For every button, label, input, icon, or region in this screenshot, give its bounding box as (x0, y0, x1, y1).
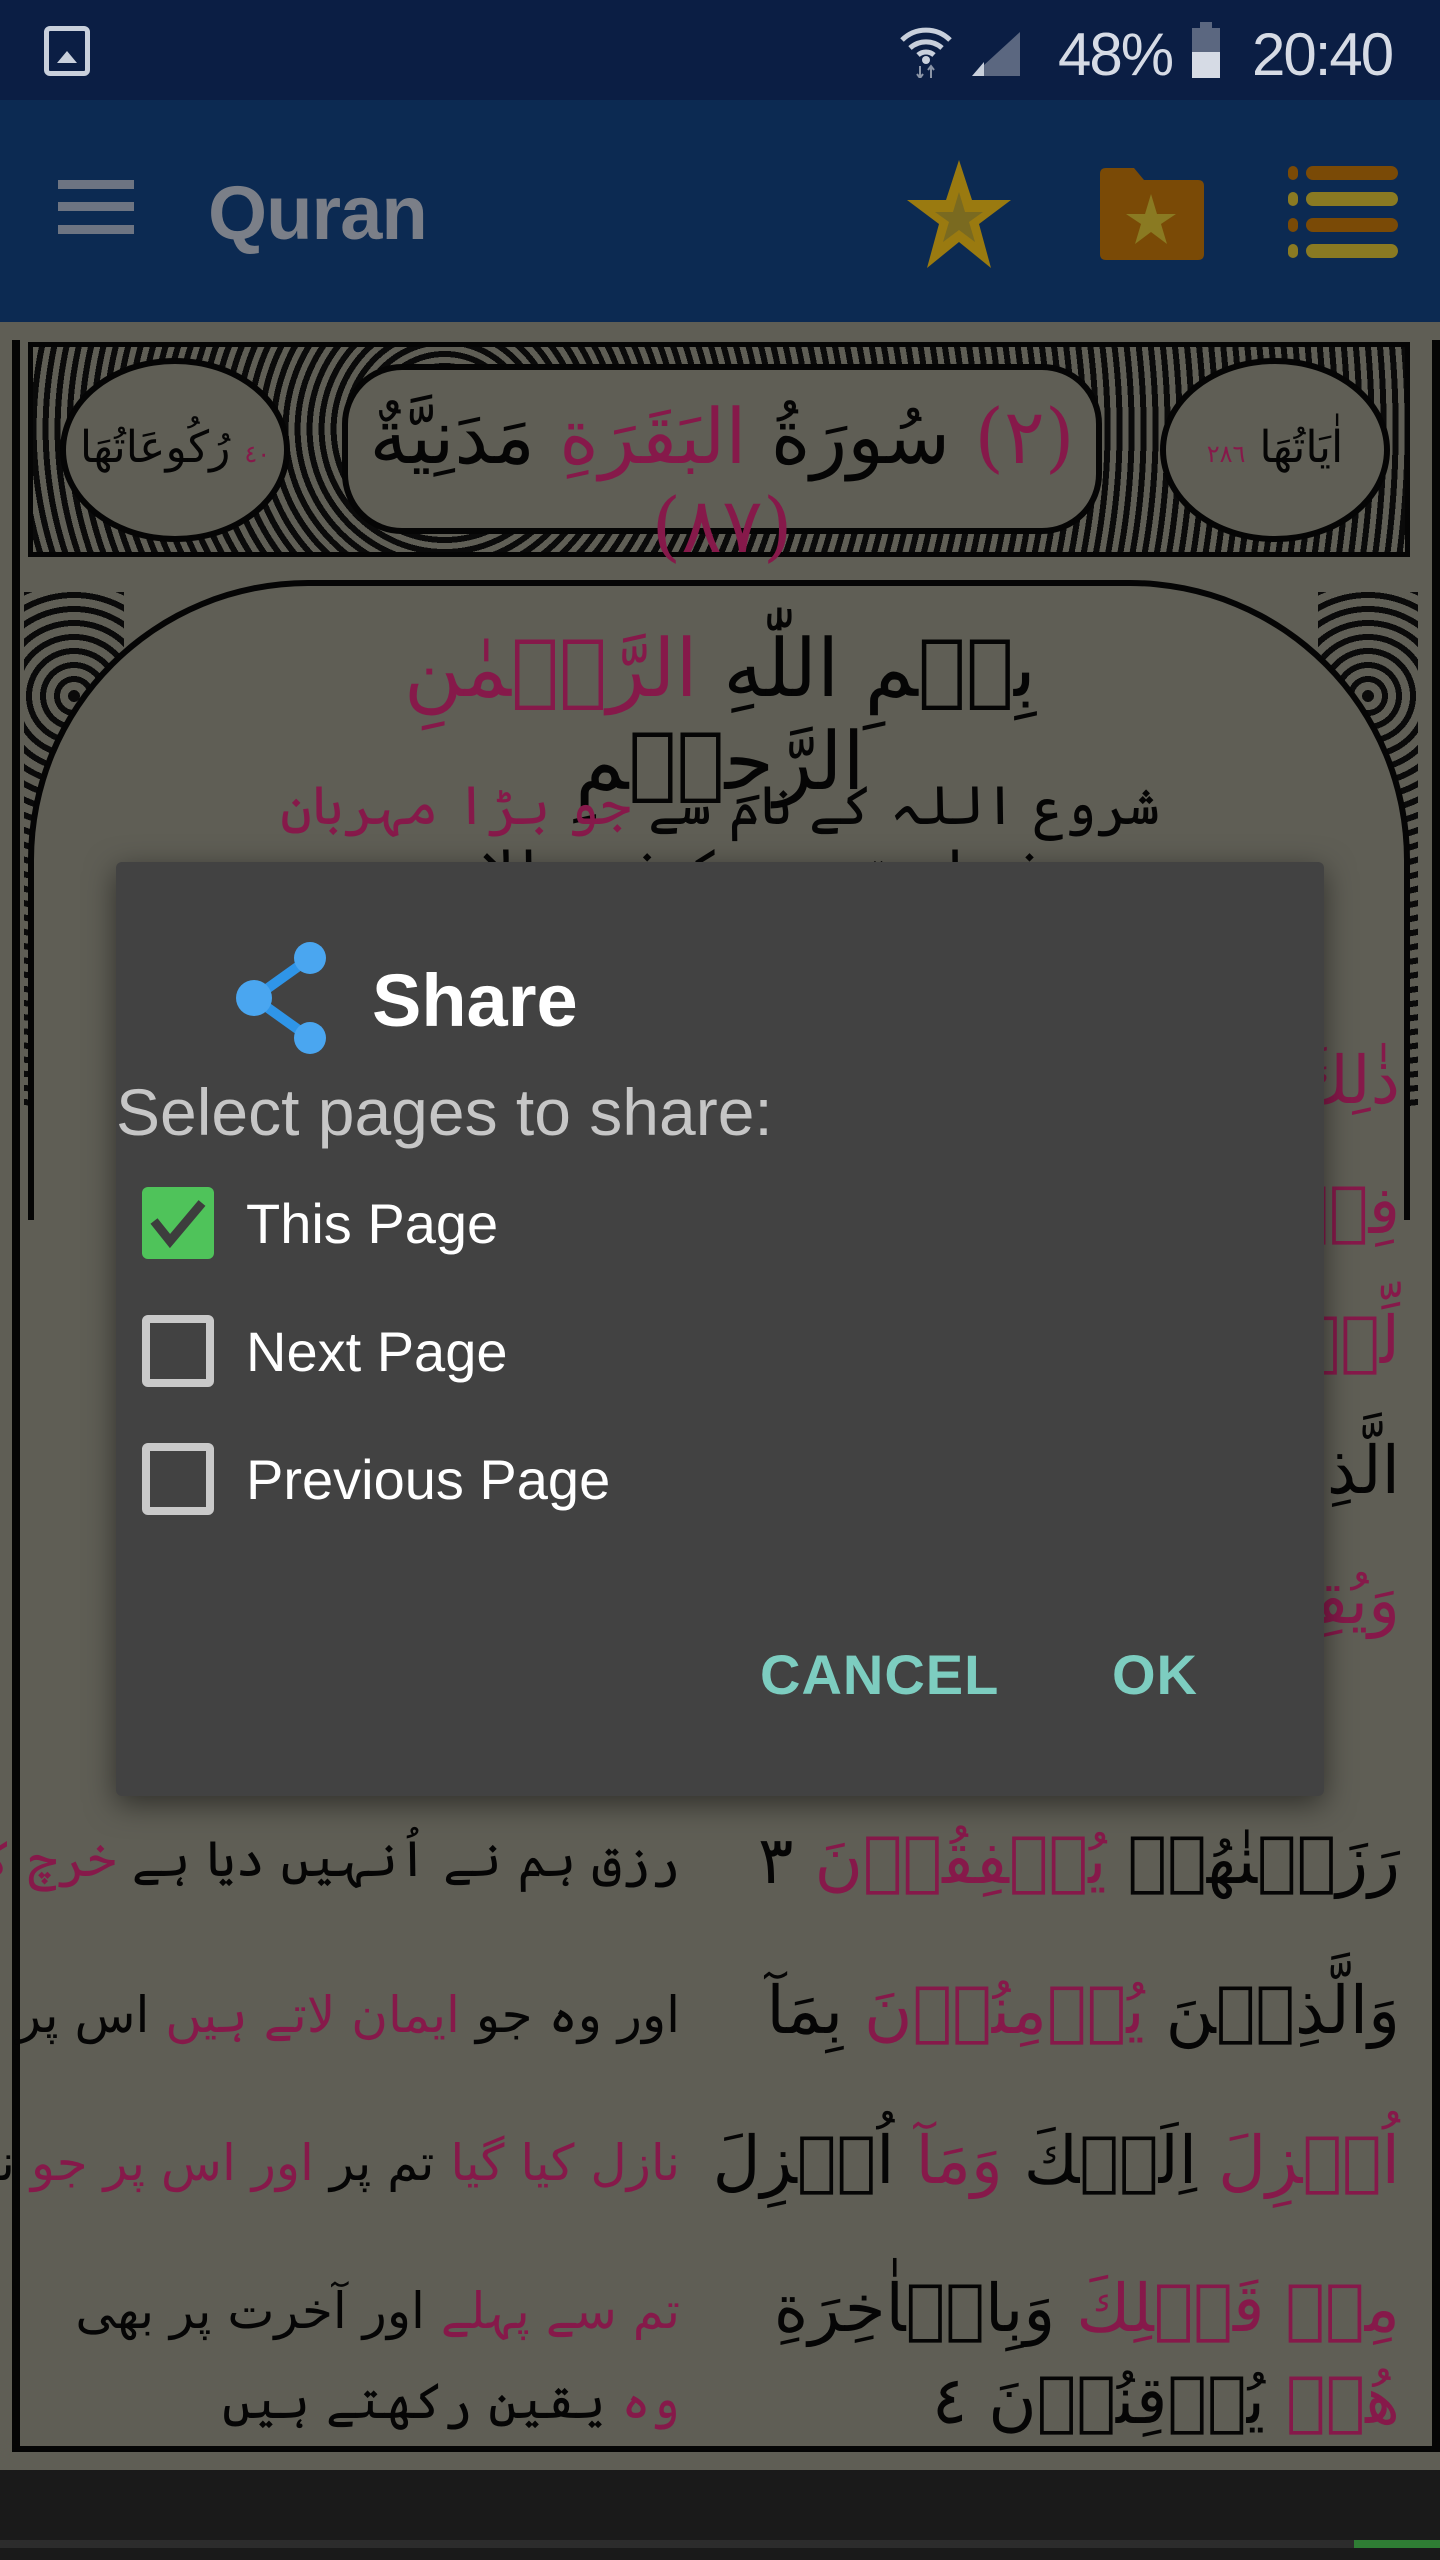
translation-word: رزق ہم نے اُنہیں دیا ہے (131, 1830, 680, 1888)
option-next-page[interactable]: Next Page (142, 1306, 508, 1396)
gallery-notification-icon (44, 26, 90, 76)
translation-part: شروع اللہ کے نام سے (648, 774, 1160, 837)
translation-word: ایمان لاتے ہیں (165, 1986, 460, 2044)
translation-word: یقین رکھتے ہیں (222, 2372, 606, 2430)
check-icon (150, 1200, 206, 1249)
ayah-marker: ٤ (931, 2362, 968, 2439)
list-icon[interactable] (1288, 162, 1400, 262)
ayat-info: اٰيَاتُهَا ٢٨٦ (1160, 422, 1390, 473)
translation-word: نازل کیا گیا (0, 2134, 15, 2192)
verse-word: رَزَقۡنٰهُمۡ (1127, 1822, 1400, 1899)
ruku-info: ٤٠ رُكُوعَاتُهَا (60, 422, 290, 473)
option-previous-page[interactable]: Previous Page (142, 1434, 610, 1524)
dialog-message: Select pages to share: (116, 1075, 773, 1149)
translation-word: نازل کیا گیا (450, 2134, 680, 2192)
verse-word: وَبِالۡاٰخِرَةِ (773, 2270, 1056, 2347)
ruku-count: ٤٠ (244, 440, 271, 468)
page-bottom-border (12, 2446, 1432, 2452)
battery-icon (1192, 22, 1220, 78)
translation-word: تم سے پہلے (440, 2282, 680, 2340)
translation-line: اور وہ جو ایمان لاتے ہیں اس پر جو (0, 1986, 680, 2044)
translation-word: خرچ کرتے ہیں (0, 1830, 116, 1888)
verse-word: بِمَآ (766, 1972, 844, 2049)
ayah-marker: ٣ (758, 1822, 794, 1899)
option-this-page[interactable]: This Page (142, 1178, 498, 1268)
option-label: This Page (246, 1191, 499, 1255)
verse-word: وَالَّذِيۡنَ (1165, 1972, 1400, 2049)
translation-word: اور وہ جو (475, 1986, 680, 2044)
dialog-title: Share (372, 959, 578, 1042)
battery-percent: 48% (1058, 21, 1174, 88)
verse-line: وَالَّذِيۡنَ يُؤۡمِنُوۡنَ بِمَآ (740, 1972, 1400, 2049)
translation-part: جو بڑا مہربان (280, 774, 631, 837)
ayat-count: ٢٨٦ (1206, 440, 1246, 468)
menu-icon[interactable] (58, 180, 134, 234)
verse-word: اُنۡزِلَ (1218, 2122, 1400, 2199)
checkbox-this-page[interactable] (142, 1187, 214, 1259)
translation-word: اس پر جو (0, 1986, 150, 2044)
option-label: Next Page (246, 1319, 508, 1383)
checkbox-next-page[interactable] (142, 1315, 214, 1387)
surah-type: مَدَنِيَّةٌ (369, 392, 535, 481)
surah-title: (٢) سُورَةُ البَقَرَةِ مَدَنِيَّةٌ (٨٧) (342, 392, 1102, 570)
verse-line: مِنۡ قَبۡلِكَ وَبِالۡاٰخِرَةِ (740, 2270, 1400, 2347)
verse-word: وَمَآ (915, 2122, 1003, 2199)
verse-word: اِلَيۡكَ (1023, 2122, 1198, 2199)
verse-line: اُنۡزِلَ اِلَيۡكَ وَمَآ اُنۡزِلَ (713, 2122, 1400, 2199)
translation-word: تم پر (329, 2134, 435, 2192)
ok-button[interactable]: OK (1112, 1642, 1198, 1707)
revelation-order: (٨٧) (651, 481, 793, 570)
translation-line: وہ یقین رکھتے ہیں (40, 2372, 680, 2430)
bismillah-part: بِسۡمِ اللّٰهِ (723, 622, 1037, 715)
verse-line: هُمۡ يُوۡقِنُوۡنَ ٤ (740, 2362, 1400, 2439)
checkbox-previous-page[interactable] (142, 1443, 214, 1515)
translation-word: وہ (621, 2372, 680, 2430)
translation-line: نازل کیا گیا تم پر اور اس پر جو نازل کیا… (0, 2134, 680, 2192)
verse-word: هُمۡ (1285, 2362, 1400, 2439)
signal-icon (972, 32, 1020, 76)
reading-progress-bar[interactable] (0, 2540, 1440, 2548)
share-dialog: Share Select pages to share: This Page N… (116, 862, 1324, 1796)
translation-word: اور اس پر جو (30, 2134, 314, 2192)
verse-word: يُنۡفِقُوۡنَ (814, 1822, 1107, 1899)
verse-word: مِنۡ قَبۡلِكَ (1076, 2270, 1400, 2347)
wifi-icon (900, 27, 952, 78)
app-title: Quran (208, 171, 428, 256)
translation-line: رزق ہم نے اُنہیں دیا ہے خرچ کرتے ہیں (0, 1830, 680, 1888)
bookmark-star-icon[interactable] (905, 158, 1013, 270)
cancel-button[interactable]: CANCEL (760, 1642, 999, 1707)
verse-word: يُوۡقِنُوۡنَ (988, 2362, 1265, 2439)
verse-word: اُنۡزِلَ (712, 2122, 895, 2199)
bismillah-part: الرَّحۡمٰنِ (403, 622, 698, 715)
ayat-label: اٰيَاتُهَا (1259, 422, 1344, 473)
surah-prefix: سُورَةُ (770, 392, 951, 481)
surah-name: البَقَرَةِ (559, 392, 747, 481)
verse-line: رَزَقۡنٰهُمۡ يُنۡفِقُوۡنَ ٣ (740, 1822, 1400, 1899)
translation-word: اور آخرت پر بھی (75, 2282, 425, 2340)
option-label: Previous Page (246, 1447, 611, 1511)
surah-number: (٢) (974, 392, 1075, 481)
status-bar: 48% 20:40 (0, 0, 1440, 100)
verse-word: يُؤۡمِنُوۡنَ (864, 1972, 1145, 2049)
reading-progress-fill (1353, 2540, 1440, 2548)
translation-line: تم سے پہلے اور آخرت پر بھی (40, 2282, 680, 2340)
bookmark-folder-icon[interactable] (1096, 166, 1206, 262)
ruku-label: رُكُوعَاتُهَا (79, 422, 231, 473)
share-icon (236, 942, 326, 1054)
clock: 20:40 (1252, 21, 1394, 88)
